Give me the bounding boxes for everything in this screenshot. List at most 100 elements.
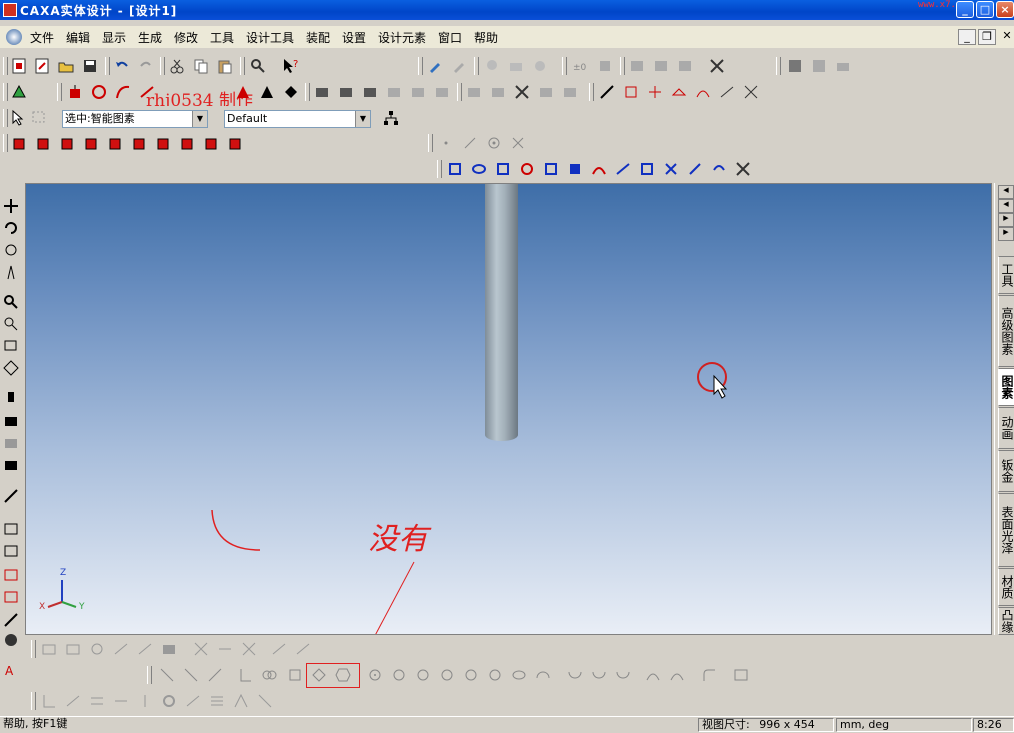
select-box-icon[interactable] <box>31 109 49 127</box>
break-icon[interactable] <box>112 692 130 710</box>
new-drawing-icon[interactable] <box>33 57 51 75</box>
surface-tool-icon[interactable] <box>494 160 512 178</box>
eyedropper-icon[interactable] <box>426 57 444 75</box>
thicken-icon[interactable] <box>537 83 555 101</box>
box-icon[interactable] <box>82 134 100 152</box>
hierarchy-icon[interactable] <box>382 109 400 127</box>
stitch-icon[interactable] <box>561 83 579 101</box>
paste-icon[interactable] <box>216 57 234 75</box>
menu-tools[interactable]: 工具 <box>210 29 234 46</box>
split-icon[interactable] <box>337 83 355 101</box>
mdi-minimize-button[interactable]: _ <box>958 29 976 45</box>
revolve-icon[interactable] <box>90 83 108 101</box>
arc-icon[interactable] <box>534 666 552 684</box>
tab-sheet-metal[interactable]: 钣金 <box>998 450 1014 492</box>
pattern-icon[interactable] <box>409 83 427 101</box>
sketch-icon[interactable] <box>2 565 20 583</box>
extend-icon[interactable] <box>64 692 82 710</box>
save-icon[interactable] <box>81 57 99 75</box>
line-icon[interactable] <box>158 666 176 684</box>
menu-design-elements[interactable]: 设计元素 <box>378 29 426 46</box>
tab-advanced-elements[interactable]: 高级图素 <box>998 295 1014 367</box>
walk-icon[interactable] <box>2 263 20 281</box>
tab-elements[interactable]: 图素 <box>998 368 1014 406</box>
tools-icon[interactable] <box>708 57 726 75</box>
prev-tab-icon[interactable]: ◀ <box>998 199 1014 213</box>
arc-icon[interactable] <box>510 666 528 684</box>
menu-generate[interactable]: 生成 <box>138 29 162 46</box>
point-icon[interactable] <box>646 83 664 101</box>
edit-tool-icon[interactable] <box>40 640 58 658</box>
menu-modify[interactable]: 修改 <box>174 29 198 46</box>
tab-tools[interactable]: 工具 <box>998 256 1014 294</box>
menu-assembly[interactable]: 装配 <box>306 29 330 46</box>
print-icon[interactable] <box>834 57 852 75</box>
sketch-icon[interactable] <box>2 587 20 605</box>
mdi-restore-button[interactable]: ❐ <box>978 29 996 45</box>
mdi-close-button[interactable]: ✕ <box>998 29 1014 45</box>
plane-icon[interactable] <box>670 83 688 101</box>
text-icon[interactable]: A <box>2 661 20 679</box>
spline-icon[interactable] <box>668 666 686 684</box>
edit-tool-icon[interactable] <box>270 640 288 658</box>
box-icon[interactable] <box>226 134 244 152</box>
boolean-icon[interactable] <box>465 83 483 101</box>
snap-center-icon[interactable] <box>485 134 503 152</box>
box-icon[interactable] <box>106 134 124 152</box>
sketch-icon[interactable] <box>2 631 20 649</box>
helix-icon[interactable] <box>718 83 736 101</box>
menu-window[interactable]: 窗口 <box>438 29 462 46</box>
snap-clear-icon[interactable] <box>509 134 527 152</box>
chamfer-icon[interactable] <box>258 83 276 101</box>
surface-tool-icon[interactable] <box>734 160 752 178</box>
surface-tool-icon[interactable] <box>446 160 464 178</box>
curve-icon[interactable] <box>598 83 616 101</box>
surface-tool-icon[interactable] <box>542 160 560 178</box>
zoom-fit-icon[interactable] <box>2 337 20 355</box>
minimize-button[interactable]: _ <box>956 1 974 18</box>
design-viewport[interactable]: 没有 Z X Y <box>25 183 992 635</box>
spline-icon[interactable] <box>694 83 712 101</box>
ellipse-icon[interactable] <box>462 666 480 684</box>
find-icon[interactable] <box>249 57 267 75</box>
help-cursor-icon[interactable]: ? <box>281 57 299 75</box>
edit-tool-icon[interactable] <box>64 640 82 658</box>
redo-icon[interactable] <box>137 57 155 75</box>
chevron-down-icon[interactable]: ▼ <box>355 111 370 127</box>
circle-tangent-icon[interactable] <box>438 666 456 684</box>
hexagon-icon[interactable] <box>334 666 352 684</box>
sweep-icon[interactable] <box>114 83 132 101</box>
box-icon[interactable] <box>178 134 196 152</box>
trim-icon[interactable] <box>513 83 531 101</box>
mirror-2d-icon[interactable] <box>136 692 154 710</box>
surface-tool-icon[interactable] <box>470 160 488 178</box>
project-icon[interactable] <box>184 692 202 710</box>
select-pointer-icon[interactable] <box>8 109 26 127</box>
camera-icon[interactable] <box>2 455 20 473</box>
design-library-icon[interactable] <box>786 57 804 75</box>
light-icon[interactable] <box>483 57 501 75</box>
circle-2pt-icon[interactable] <box>390 666 408 684</box>
selection-filter-select[interactable]: 选中:智能图素 ▼ <box>62 110 208 128</box>
circle-pattern-icon[interactable] <box>160 692 178 710</box>
menu-view[interactable]: 显示 <box>102 29 126 46</box>
mirror-icon[interactable] <box>385 83 403 101</box>
tab-surface-finish[interactable]: 表面光泽 <box>998 493 1014 567</box>
circle-3pt-icon[interactable] <box>414 666 432 684</box>
undo-icon[interactable] <box>113 57 131 75</box>
menu-file[interactable]: 文件 <box>30 29 54 46</box>
render-icon[interactable] <box>531 57 549 75</box>
menu-settings[interactable]: 设置 <box>342 29 366 46</box>
sketch-icon[interactable] <box>2 611 20 629</box>
last-tab-icon[interactable]: ▶ <box>998 227 1014 241</box>
next-tab-icon[interactable]: ▶ <box>998 213 1014 227</box>
sketch-icon[interactable] <box>2 519 20 537</box>
maximize-button[interactable]: □ <box>976 1 994 18</box>
cut-icon[interactable] <box>168 57 186 75</box>
surface-tool-icon[interactable] <box>686 160 704 178</box>
zoom-window-icon[interactable] <box>2 315 20 333</box>
first-tab-icon[interactable]: ◀ <box>998 185 1014 199</box>
scale-icon[interactable] <box>433 83 451 101</box>
edit-tool-icon[interactable] <box>216 640 234 658</box>
zoom-icon[interactable] <box>2 293 20 311</box>
